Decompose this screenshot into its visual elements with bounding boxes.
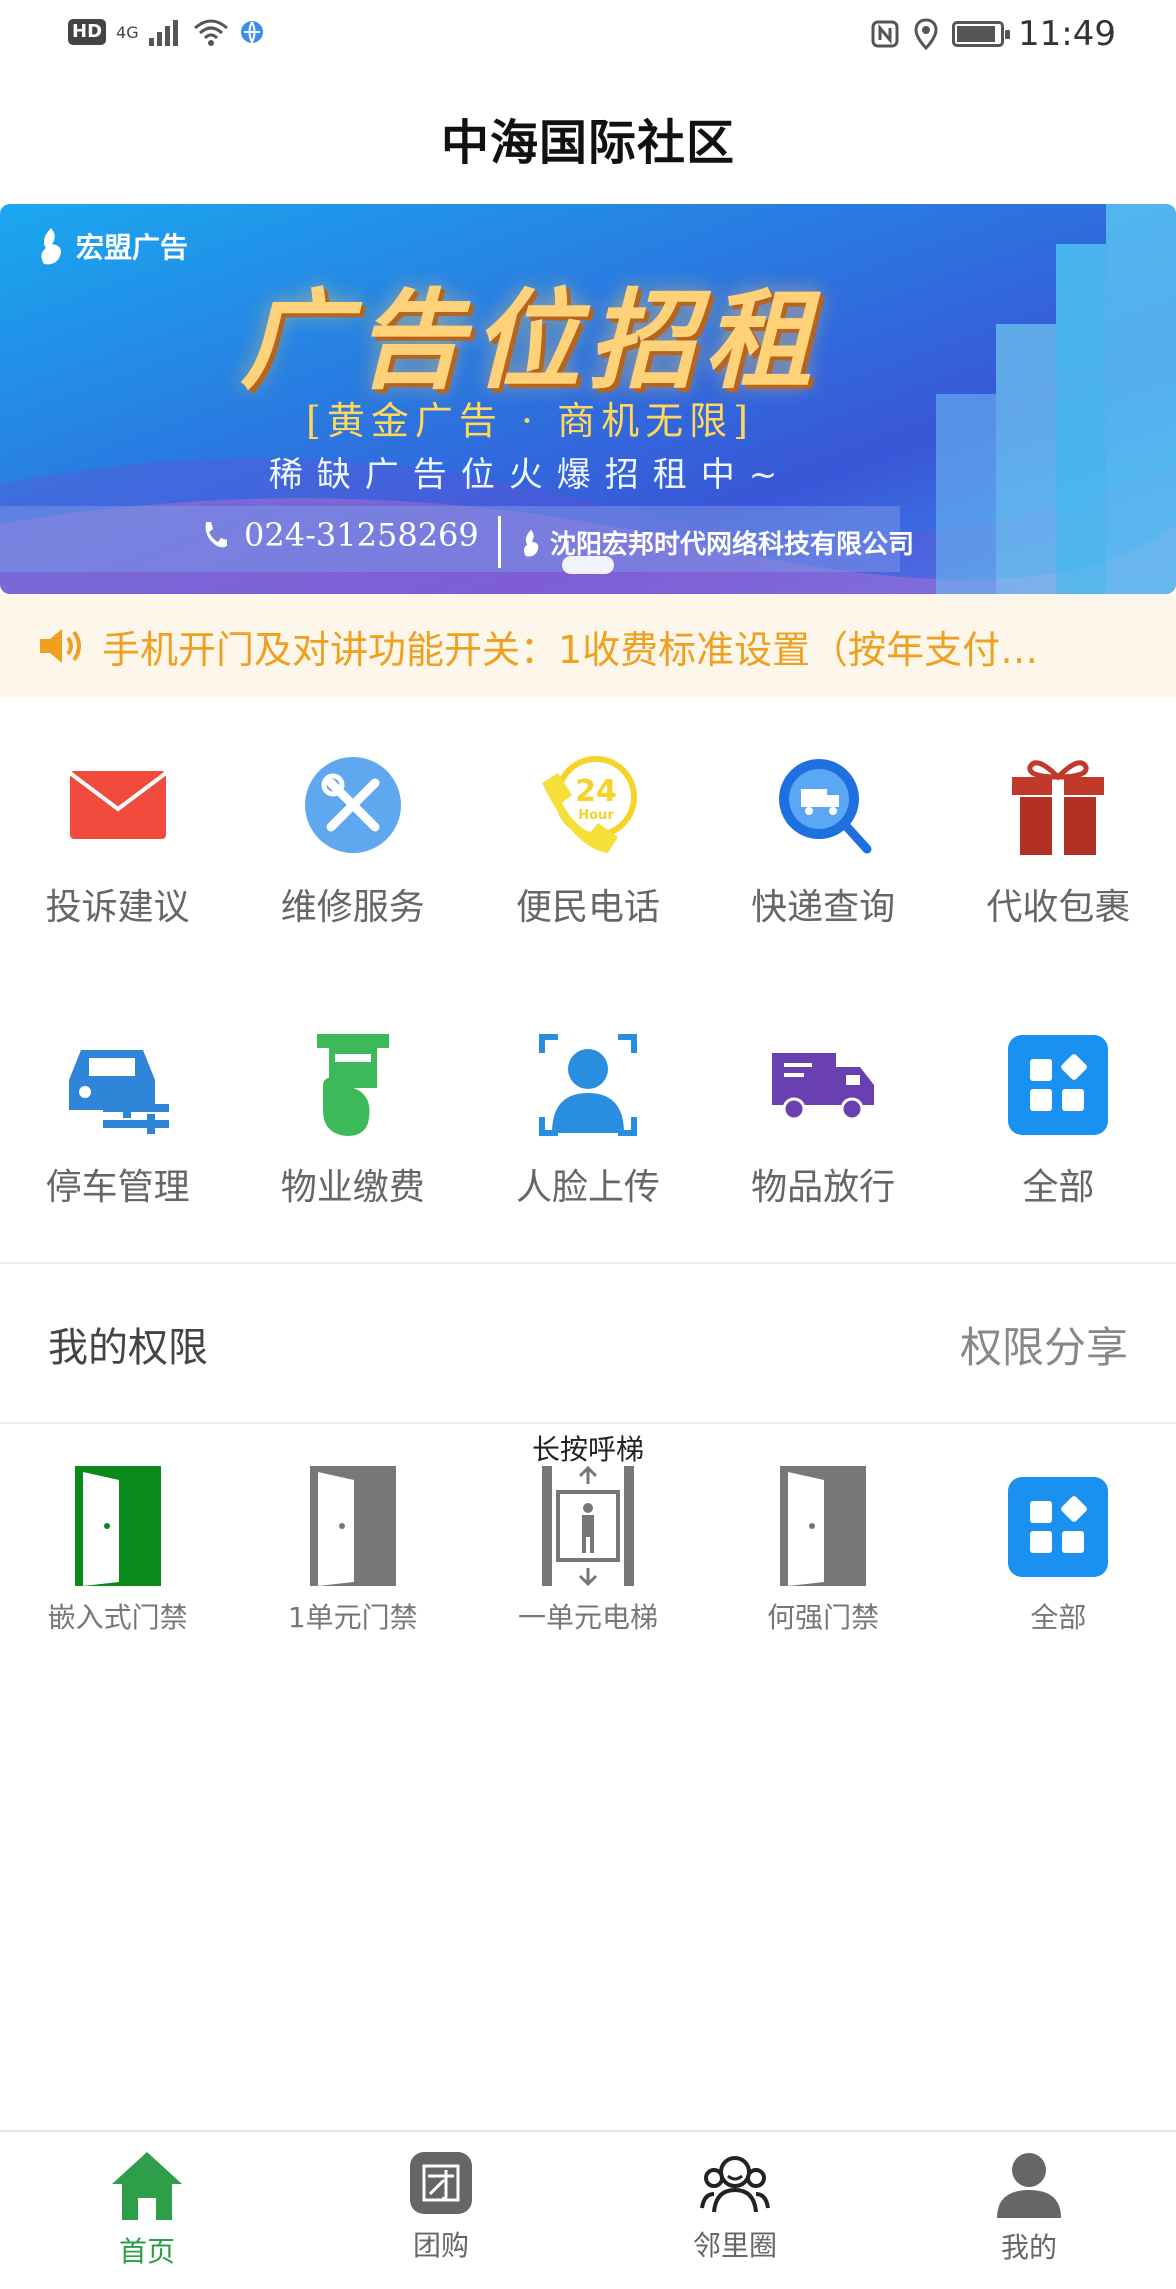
- service-label: 全部: [1022, 1167, 1095, 1208]
- services-row-1: 投诉建议 维修服务 24 Hour 便民电话 快递查询 代收包裹: [0, 750, 1176, 930]
- ad-banner[interactable]: 宏盟广告 广告位招租 [黄金广告 · 商机无限] 稀缺广告位火爆招租中~ 024…: [0, 204, 1176, 594]
- banner-separator: [498, 516, 501, 568]
- permissions-share-button[interactable]: 权限分享: [960, 1314, 1128, 1375]
- perm-label: 1单元门禁: [287, 1601, 418, 1634]
- permissions-row: 嵌入式门禁 1单元门禁 一单元电梯 何强门禁 全部: [0, 1465, 1176, 1636]
- door-icon: [63, 1466, 173, 1586]
- tab-label: 首页: [118, 2235, 175, 2268]
- phone-icon: [205, 522, 227, 548]
- perm-label: 一单元电梯: [517, 1601, 658, 1634]
- service-label: 人脸上传: [515, 1167, 660, 1208]
- signal-icon: [148, 20, 178, 46]
- truck-icon: [768, 1030, 878, 1140]
- tab-home[interactable]: 首页: [0, 2132, 294, 2289]
- title-bar: 中海国际社区: [0, 72, 1176, 204]
- banner-phone: 024-31258269: [200, 516, 479, 554]
- perm-label: 何强门禁: [767, 1601, 880, 1634]
- service-all[interactable]: 全部: [941, 1030, 1176, 1210]
- elevator-icon: [533, 1465, 643, 1587]
- payment-icon: [298, 1030, 408, 1140]
- home-icon: [112, 2152, 182, 2220]
- door-icon: [298, 1466, 408, 1586]
- face-scan-icon: [533, 1030, 643, 1140]
- gift-icon: [1003, 750, 1113, 860]
- 24h-phone-icon: 24 Hour: [533, 750, 643, 860]
- door-icon: [768, 1466, 878, 1586]
- service-label: 物业缴费: [280, 1167, 425, 1208]
- car-icon: [63, 1030, 173, 1140]
- app-screen: HD 4G 11:49 中海国际社区 宏盟广告 广告位招租 [黄金广告 · 商机…: [0, 0, 1176, 2289]
- page-title: 中海国际社区: [440, 115, 735, 171]
- banner-headline: 广告位招租: [239, 278, 820, 404]
- service-complaint[interactable]: 投诉建议: [0, 750, 235, 930]
- status-bar: HD 4G 11:49: [0, 0, 1176, 72]
- elevator-hint: 长按呼梯: [531, 1433, 644, 1466]
- permissions-title: 我的权限: [48, 1325, 208, 1371]
- group-buy-icon: [410, 2152, 472, 2214]
- service-label: 便民电话: [515, 887, 660, 928]
- tab-label: 邻里圈: [692, 2229, 777, 2262]
- speaker-icon: [40, 629, 81, 663]
- tab-neighbors[interactable]: 邻里圈: [588, 2132, 882, 2289]
- service-parcel[interactable]: 代收包裹: [941, 750, 1176, 930]
- perm-all[interactable]: 全部: [941, 1472, 1176, 1636]
- clock: 11:49: [1018, 14, 1116, 54]
- perm-embedded-door[interactable]: 嵌入式门禁: [0, 1466, 235, 1636]
- service-label: 快递查询: [751, 887, 896, 928]
- svg-text:24: 24: [575, 774, 617, 809]
- carousel-indicator[interactable]: [562, 556, 614, 574]
- wifi-icon: [193, 19, 228, 46]
- location-icon: [914, 18, 938, 50]
- perm-unit1-door[interactable]: 1单元门禁: [235, 1466, 470, 1636]
- neighbors-icon: [700, 2156, 770, 2213]
- mail-icon: [63, 750, 173, 860]
- profile-icon: [997, 2153, 1061, 2218]
- service-label: 维修服务: [280, 887, 425, 928]
- svg-text:Hour: Hour: [578, 808, 614, 823]
- service-express[interactable]: 快递查询: [706, 750, 941, 930]
- tab-profile[interactable]: 我的: [882, 2132, 1176, 2289]
- perm-unit1-elevator[interactable]: 一单元电梯: [470, 1465, 705, 1636]
- service-face-upload[interactable]: 人脸上传: [470, 1030, 705, 1210]
- service-label: 停车管理: [45, 1167, 190, 1208]
- service-label: 物品放行: [751, 1167, 896, 1208]
- notice-text: 手机开门及对讲功能开关：1收费标准设置（按年支付…: [102, 627, 1039, 672]
- service-payment[interactable]: 物业缴费: [235, 1030, 470, 1210]
- section-divider: [0, 1422, 1176, 1424]
- tab-label: 团购: [412, 2229, 469, 2262]
- network-type: 4G: [116, 22, 139, 42]
- nfc-icon: [871, 20, 899, 48]
- company-logo-icon: [523, 529, 539, 556]
- tab-label: 我的: [1000, 2231, 1057, 2264]
- perm-label: 全部: [1030, 1601, 1087, 1634]
- hd-badge: HD: [68, 19, 107, 45]
- service-hotline[interactable]: 24 Hour 便民电话: [470, 750, 705, 930]
- all-apps-icon: [1003, 1472, 1113, 1582]
- bottom-tab-bar: 首页 团购 邻里圈 我的: [0, 2130, 1176, 2289]
- service-label: 代收包裹: [986, 887, 1131, 928]
- service-parking[interactable]: 停车管理: [0, 1030, 235, 1210]
- service-repair[interactable]: 维修服务: [235, 750, 470, 930]
- banner-phone-number: 024-31258269: [244, 516, 479, 554]
- perm-label: 嵌入式门禁: [47, 1601, 188, 1634]
- delivery-search-icon: [768, 750, 878, 860]
- permissions-header: 我的权限 权限分享: [0, 1264, 1176, 1424]
- services-row-2: 停车管理 物业缴费 人脸上传 物品放行 全部: [0, 1030, 1176, 1210]
- perm-heqiang-door[interactable]: 何强门禁: [706, 1466, 941, 1636]
- tab-group-buy[interactable]: 团购: [294, 2132, 588, 2289]
- tools-icon: [298, 750, 408, 860]
- service-label: 投诉建议: [45, 887, 190, 928]
- service-item-release[interactable]: 物品放行: [706, 1030, 941, 1210]
- browser-icon: [240, 21, 263, 45]
- notice-bar[interactable]: 手机开门及对讲功能开关：1收费标准设置（按年支付…: [0, 594, 1176, 698]
- banner-subline-2: 稀缺广告位火爆招租中~: [268, 455, 792, 495]
- all-apps-icon: [1003, 1030, 1113, 1140]
- battery-icon: [952, 21, 1011, 47]
- banner-subline: [黄金广告 · 商机无限]: [306, 399, 754, 443]
